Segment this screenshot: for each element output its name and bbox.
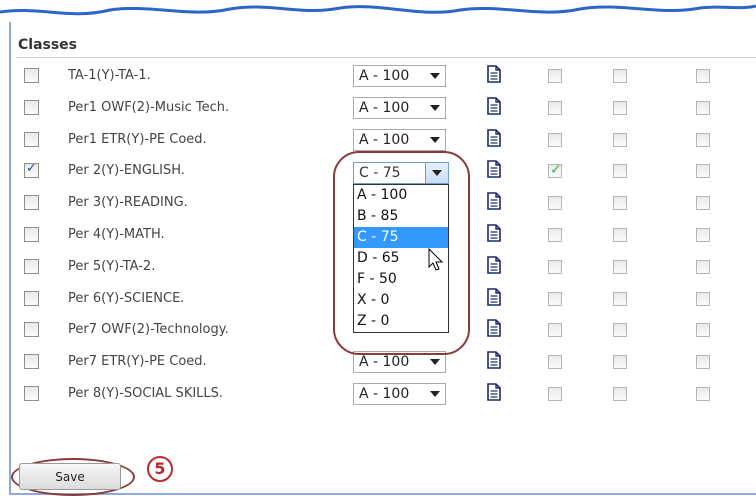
document-icon[interactable] [487,287,501,306]
option-checkbox-3[interactable] [696,164,710,179]
divider [16,57,756,58]
option-checkbox-1[interactable] [548,387,562,401]
option-checkbox-3[interactable] [696,228,710,242]
mouse-cursor-icon [428,248,444,271]
option-checkbox-1[interactable] [548,291,562,306]
option-checkbox-2[interactable] [613,355,627,370]
dropdown-option[interactable]: X - 0 [354,290,448,311]
class-name: Per7 OWF(2)-Technology. [68,322,229,338]
option-checkbox-1[interactable] [548,323,562,338]
row-select-checkbox[interactable] [24,354,39,370]
class-name: Per1 ETR(Y)-PE Coed. [68,131,207,147]
option-checkbox-3[interactable] [696,323,710,338]
class-name: Per 8(Y)-SOCIAL SKILLS. [68,386,224,401]
option-checkbox-3[interactable] [696,355,710,370]
row-select-checkbox[interactable] [24,161,39,179]
chevron-down-icon [430,391,440,397]
grade-value: A - 100 [359,99,410,116]
class-name: Per 2(Y)-ENGLISH. [68,163,185,179]
class-name: Per7 ETR(Y)-PE Coed. [68,354,207,370]
table-row: Per1 OWF(2)-Music Tech. A - 100 [0,93,756,125]
option-checkbox-1[interactable] [548,228,562,242]
document-icon[interactable] [487,224,501,242]
option-checkbox-2[interactable] [613,100,627,115]
table-row: TA-1(Y)-TA-1. A - 100 [0,61,756,93]
grade-select-field[interactable]: C - 75 [353,162,449,184]
dropdown-arrow-icon[interactable] [425,163,448,183]
row-select-checkbox[interactable] [24,68,39,83]
row-select-checkbox[interactable] [24,195,39,211]
class-name: Per1 OWF(2)-Music Tech. [68,99,230,115]
dropdown-option[interactable]: B - 85 [354,206,448,227]
row-select-checkbox[interactable] [24,290,39,306]
document-icon[interactable] [487,160,501,179]
option-checkbox-1[interactable] [548,132,562,147]
row-select-checkbox[interactable] [24,322,39,338]
chevron-down-icon [430,359,440,366]
class-name: Per 3(Y)-READING. [68,195,188,211]
option-checkbox-3[interactable] [696,69,710,83]
row-select-checkbox[interactable] [24,258,39,274]
option-checkbox-2[interactable] [613,259,627,274]
document-icon[interactable] [487,383,501,401]
option-checkbox-3[interactable] [696,259,710,274]
option-checkbox-3[interactable] [696,100,710,115]
grade-value: A - 100 [359,354,410,371]
class-name: Per 4(Y)-MATH. [68,227,165,242]
grade-value: A - 100 [359,68,410,84]
option-checkbox-1[interactable] [548,100,562,115]
row-select-checkbox[interactable] [24,131,39,147]
step-number-badge: 5 [147,456,173,482]
chevron-down-icon [430,136,440,143]
dropdown-option[interactable]: C - 75 [354,227,448,248]
option-checkbox-2[interactable] [613,228,627,242]
grade-value: A - 100 [359,131,410,148]
option-checkbox-3[interactable] [696,132,710,147]
option-checkbox-2[interactable] [613,69,627,83]
document-icon[interactable] [487,65,501,83]
grade-selected-value: C - 75 [359,165,401,181]
option-checkbox-1[interactable] [548,162,562,179]
option-checkbox-3[interactable] [696,196,710,211]
chevron-down-icon [430,104,440,111]
option-checkbox-1[interactable] [548,259,562,274]
option-checkbox-1[interactable] [548,355,562,370]
option-checkbox-1[interactable] [548,69,562,83]
document-icon[interactable] [487,192,501,210]
grade-select[interactable]: A - 100 [353,383,446,405]
table-row: Per 8(Y)-SOCIAL SKILLS. A - 100 [0,379,756,411]
class-name: Per 5(Y)-TA-2. [68,258,156,274]
class-name: TA-1(Y)-TA-1. [68,68,151,83]
option-checkbox-3[interactable] [696,387,710,401]
option-checkbox-2[interactable] [613,387,627,401]
row-select-checkbox[interactable] [24,227,39,242]
document-icon[interactable] [487,255,501,274]
class-name: Per 6(Y)-SCIENCE. [68,290,185,306]
document-icon[interactable] [487,351,501,369]
document-icon[interactable] [487,128,501,147]
document-icon[interactable] [487,96,501,115]
row-select-checkbox[interactable] [24,99,39,115]
option-checkbox-2[interactable] [613,196,627,211]
dropdown-option[interactable]: A - 100 [354,185,448,206]
dropdown-option[interactable]: F - 50 [354,269,448,290]
grade-select[interactable]: A - 100 [353,96,446,119]
section-title: Classes [18,37,78,53]
grade-value: A - 100 [359,386,410,402]
option-checkbox-2[interactable] [613,164,627,179]
option-checkbox-3[interactable] [696,291,710,306]
save-button[interactable]: Save [19,463,121,490]
grade-select[interactable]: A - 100 [353,128,446,151]
document-icon[interactable] [487,319,501,338]
option-checkbox-1[interactable] [548,196,562,211]
row-select-checkbox[interactable] [24,386,39,401]
option-checkbox-2[interactable] [613,132,627,147]
grade-select[interactable]: A - 100 [353,65,446,87]
dropdown-option[interactable]: Z - 0 [354,311,448,332]
chevron-down-icon [430,73,440,79]
option-checkbox-2[interactable] [613,291,627,306]
option-checkbox-2[interactable] [613,323,627,338]
